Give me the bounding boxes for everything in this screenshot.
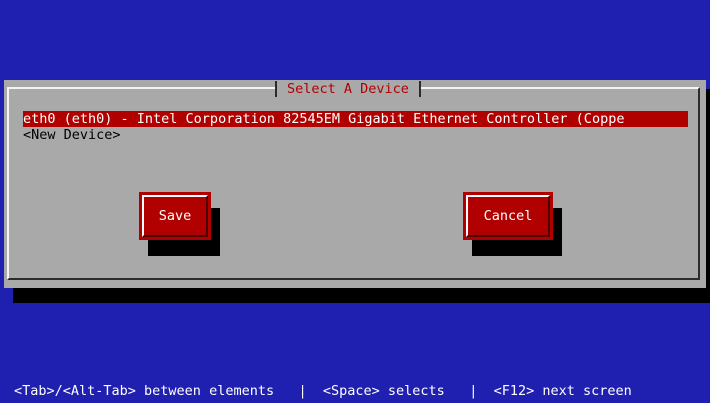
device-list[interactable]: eth0 (eth0) - Intel Corporation 82545EM … [23, 111, 688, 143]
status-hint-f12: <F12> next screen [493, 383, 632, 399]
cancel-button[interactable]: Cancel [463, 192, 553, 240]
status-bar: <Tab>/<Alt-Tab> between elements | <Spac… [14, 383, 632, 399]
status-hint-tab: <Tab>/<Alt-Tab> between elements [14, 383, 275, 399]
list-item-eth0[interactable]: eth0 (eth0) - Intel Corporation 82545EM … [23, 111, 688, 127]
status-separator: | [298, 383, 307, 399]
list-item-new-device[interactable]: <New Device> [23, 127, 688, 143]
status-hint-space: <Space> selects [322, 383, 445, 399]
dialog-title: Select A Device [275, 81, 421, 97]
save-button-label: Save [142, 195, 208, 237]
select-device-dialog: Select A Device eth0 (eth0) - Intel Corp… [4, 80, 706, 288]
cancel-button-label: Cancel [466, 195, 550, 237]
save-button[interactable]: Save [139, 192, 211, 240]
status-separator: | [469, 383, 478, 399]
